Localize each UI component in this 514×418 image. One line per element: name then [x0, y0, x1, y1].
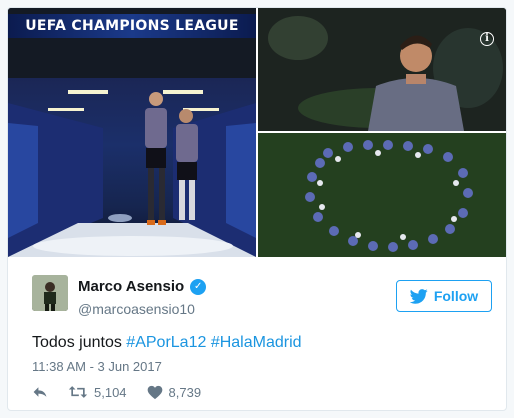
- info-icon[interactable]: i: [480, 32, 494, 46]
- author-name-row: Marco Asensio ✓: [78, 278, 207, 295]
- like-count: 8,739: [168, 384, 202, 400]
- tweet-text-plain: Todos juntos: [32, 334, 122, 351]
- player-scene: [258, 8, 506, 131]
- tweet-media-grid: UEFA CHAMPIONS LEAGUE i: [8, 8, 506, 257]
- tweet-actions: 5,104 8,739: [32, 384, 221, 400]
- tweet-card: UEFA CHAMPIONS LEAGUE i Marco Asensio ✓ …: [7, 7, 507, 411]
- display-name[interactable]: Marco Asensio: [78, 278, 184, 295]
- avatar-image: [32, 275, 68, 311]
- heart-icon: [147, 385, 162, 399]
- retweet-button[interactable]: 5,104: [68, 384, 127, 400]
- tunnel-scene: [8, 8, 256, 257]
- retweet-icon: [68, 386, 88, 398]
- avatar[interactable]: [32, 275, 68, 311]
- media-photo-huddle[interactable]: [258, 133, 506, 257]
- retweet-count: 5,104: [94, 384, 127, 400]
- follow-button-label: Follow: [433, 288, 479, 304]
- media-photo-player[interactable]: i: [258, 8, 506, 131]
- like-button[interactable]: 8,739: [147, 384, 202, 400]
- follow-button[interactable]: Follow: [396, 280, 492, 312]
- ucl-banner: UEFA CHAMPIONS LEAGUE: [8, 14, 256, 38]
- ucl-banner-text: UEFA CHAMPIONS LEAGUE: [25, 18, 239, 34]
- huddle-scene: [258, 133, 506, 257]
- reply-button[interactable]: [32, 384, 48, 400]
- reply-icon: [33, 387, 47, 397]
- verified-badge-icon: ✓: [190, 278, 207, 295]
- twitter-bird-icon: [409, 288, 428, 304]
- media-photo-tunnel[interactable]: UEFA CHAMPIONS LEAGUE: [8, 8, 256, 257]
- tweet-timestamp[interactable]: 11:38 AM - 3 Jun 2017: [32, 359, 162, 374]
- hashtag-link[interactable]: #APorLa12: [126, 334, 206, 351]
- tweet-text: Todos juntos #APorLa12 #HalaMadrid: [32, 334, 302, 352]
- user-handle[interactable]: @marcoasensio10: [78, 301, 195, 317]
- hashtag-link[interactable]: #HalaMadrid: [211, 334, 302, 351]
